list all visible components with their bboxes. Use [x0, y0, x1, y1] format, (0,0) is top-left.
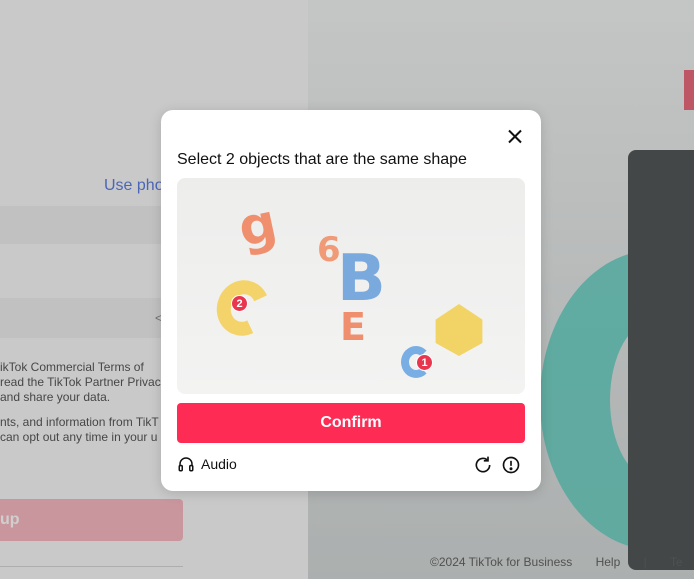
captcha-modal: Select 2 objects that are the same shape…: [161, 110, 541, 491]
object-letter-g[interactable]: g: [233, 193, 282, 259]
audio-label: Audio: [201, 456, 237, 472]
object-letter-e[interactable]: E: [340, 305, 366, 349]
audio-button[interactable]: Audio: [177, 455, 237, 473]
selection-badge[interactable]: 1: [416, 354, 433, 371]
object-yellow-polyhedron[interactable]: [435, 304, 483, 356]
headphones-icon: [178, 457, 194, 472]
selection-badge[interactable]: 2: [231, 295, 248, 312]
refresh-icon[interactable]: [473, 455, 493, 475]
captcha-title: Select 2 objects that are the same shape: [177, 151, 467, 168]
confirm-button[interactable]: Confirm: [177, 403, 525, 443]
captcha-image[interactable]: g 6 B E 2 1: [177, 178, 525, 394]
info-icon[interactable]: [501, 455, 521, 475]
close-icon[interactable]: [504, 126, 526, 148]
